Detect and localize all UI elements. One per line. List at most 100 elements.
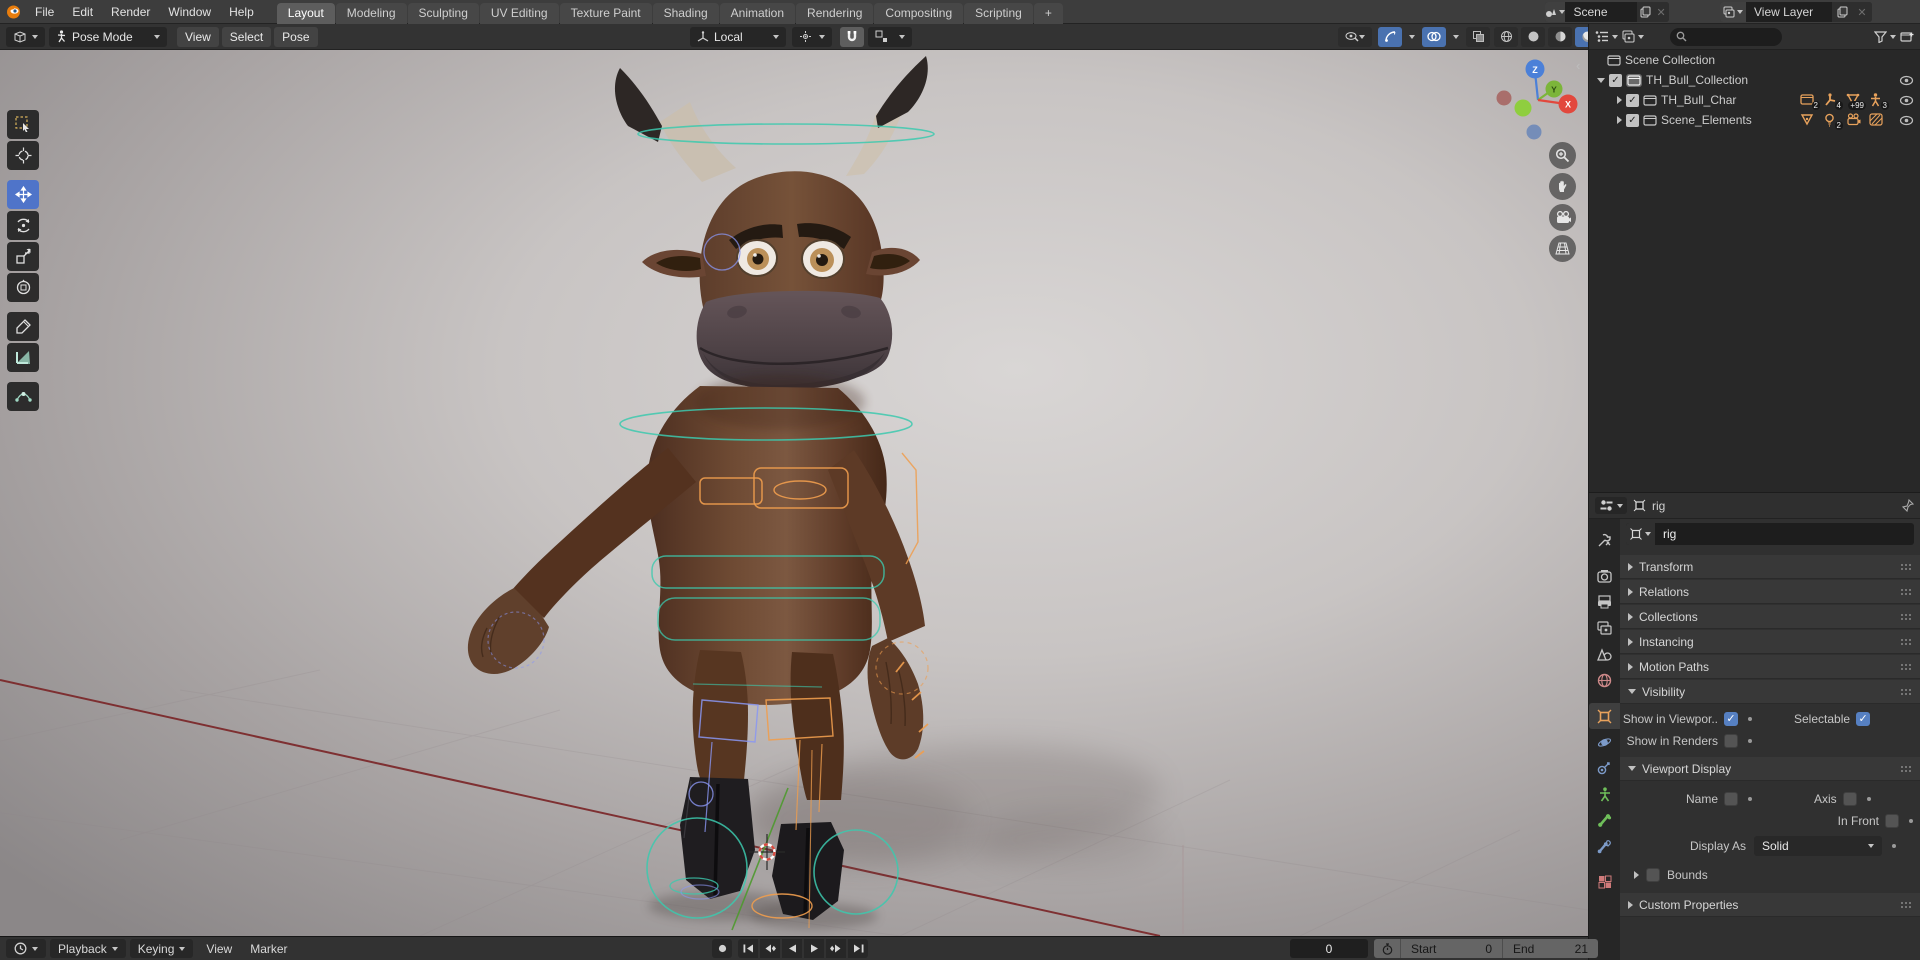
in-front-checkbox[interactable] [1885, 814, 1899, 828]
outliner-search-input[interactable] [1670, 27, 1782, 46]
view-menu[interactable]: View [177, 26, 219, 47]
disclosure-triangle[interactable] [1628, 900, 1633, 909]
overlays-dropdown[interactable] [1448, 27, 1464, 47]
menu-render[interactable]: Render [102, 0, 159, 24]
tab-tool[interactable] [1589, 527, 1620, 553]
view-layer-name[interactable]: View Layer [1746, 2, 1832, 22]
animate-dot[interactable] [1892, 844, 1896, 848]
tab-render[interactable] [1589, 563, 1620, 589]
pan-hand-button[interactable] [1549, 173, 1576, 200]
auto-keying-record-button[interactable] [712, 939, 732, 958]
collection-checkbox[interactable]: ✓ [1626, 113, 1639, 127]
object-visibility-dropdown[interactable] [1338, 26, 1372, 47]
tool-cursor[interactable] [7, 141, 39, 170]
menu-edit[interactable]: Edit [63, 0, 102, 24]
collection-checkbox[interactable]: ✓ [1626, 93, 1639, 107]
axis-checkbox[interactable] [1842, 792, 1857, 806]
disclosure-triangle[interactable] [1628, 612, 1633, 621]
outliner-editor-type-button[interactable] [1595, 30, 1618, 43]
timeline-editor-type-button[interactable] [6, 939, 46, 958]
view-layer-delete-icon[interactable]: ✕ [1852, 2, 1872, 22]
panel-viewport-display[interactable]: Viewport Display [1620, 757, 1920, 781]
add-workspace-button[interactable]: + [1033, 2, 1063, 24]
gizmo-negative-x[interactable] [1496, 90, 1512, 106]
panel-relations[interactable]: Relations [1620, 580, 1920, 604]
panel-collections[interactable]: Collections [1620, 605, 1920, 629]
panel-drag-dots[interactable] [1900, 764, 1913, 773]
panel-drag-dots[interactable] [1900, 587, 1913, 596]
tab-animation[interactable]: Animation [719, 2, 796, 24]
animate-dot[interactable] [1748, 717, 1752, 721]
name-checkbox[interactable] [1724, 792, 1738, 806]
disclosure-triangle[interactable] [1628, 689, 1636, 694]
xray-toggle[interactable] [1466, 26, 1490, 47]
gizmo-negative-y[interactable] [1514, 99, 1532, 117]
tab-object-constraints[interactable] [1589, 755, 1620, 781]
tab-layout[interactable]: Layout [276, 2, 335, 24]
end-frame-field[interactable]: End 21 [1502, 939, 1598, 958]
jump-to-start-button[interactable] [738, 939, 758, 958]
snap-with-selector[interactable] [868, 26, 912, 47]
tool-pose-breakdowner[interactable] [7, 382, 39, 411]
disclosure-triangle[interactable] [1628, 637, 1633, 646]
view-layer-new-copy-icon[interactable] [1832, 2, 1852, 22]
camera-view-button[interactable] [1549, 204, 1576, 231]
hide-eye-icon[interactable] [1899, 115, 1914, 126]
panel-drag-dots[interactable] [1900, 662, 1913, 671]
shading-wireframe-button[interactable] [1494, 26, 1518, 47]
pivot-point-selector[interactable] [792, 26, 832, 47]
panel-motion-paths[interactable]: Motion Paths [1620, 655, 1920, 679]
tool-rotate[interactable] [7, 211, 39, 240]
view-layer-browse-button[interactable] [1720, 2, 1746, 22]
transform-orientation-selector[interactable]: Local [690, 26, 786, 47]
outliner-display-mode-button[interactable] [1622, 30, 1644, 43]
scene-delete-icon[interactable]: ✕ [1653, 2, 1669, 22]
outliner-row-scene-collection[interactable]: Scene Collection [1589, 50, 1920, 70]
tab-scene[interactable] [1589, 641, 1620, 667]
disclosure-triangle[interactable] [1628, 662, 1633, 671]
tool-select-box[interactable] [7, 110, 39, 139]
sidebar-collapse-arrow[interactable]: ‹ [1576, 58, 1580, 73]
menu-help[interactable]: Help [220, 0, 263, 24]
disclosure-triangle[interactable] [1628, 766, 1636, 771]
select-menu[interactable]: Select [221, 26, 272, 47]
panel-drag-dots[interactable] [1900, 562, 1913, 571]
disclosure-triangle[interactable] [1634, 871, 1639, 879]
overlays-toggle[interactable] [1422, 26, 1446, 47]
show-in-viewport-checkbox[interactable]: ✓ [1724, 712, 1738, 726]
tab-bone[interactable] [1589, 807, 1620, 833]
animate-dot[interactable] [1909, 819, 1913, 823]
tab-physics[interactable] [1589, 729, 1620, 755]
menu-file[interactable]: File [26, 0, 63, 24]
shading-solid-button[interactable] [1521, 26, 1545, 47]
outliner-row-th-bull-collection[interactable]: ✓ TH_Bull_Collection [1589, 70, 1920, 90]
display-as-dropdown[interactable]: Solid [1754, 836, 1882, 856]
panel-drag-dots[interactable] [1900, 900, 1913, 909]
tab-shading[interactable]: Shading [652, 2, 719, 24]
current-frame-field[interactable]: 0 [1290, 939, 1368, 958]
new-collection-button[interactable] [1900, 30, 1914, 43]
gizmo-negative-z[interactable] [1526, 124, 1542, 140]
navigation-gizmo[interactable]: Z Y X [1496, 56, 1588, 148]
tab-view-layer[interactable] [1589, 615, 1620, 641]
bounds-subpanel[interactable]: Bounds [1634, 865, 1708, 885]
tab-rendering[interactable]: Rendering [796, 2, 874, 24]
disclosure-triangle[interactable] [1617, 116, 1622, 124]
editor-type-3d-viewport-button[interactable] [6, 26, 45, 47]
panel-visibility[interactable]: Visibility [1620, 680, 1920, 704]
show-in-renders-checkbox[interactable] [1724, 734, 1738, 748]
jump-to-end-button[interactable] [848, 939, 868, 958]
disclosure-triangle[interactable] [1628, 587, 1633, 596]
tab-modeling[interactable]: Modeling [335, 2, 407, 24]
playback-menu[interactable]: Playback [50, 939, 126, 958]
panel-drag-dots[interactable] [1900, 637, 1913, 646]
tab-bone-constraints[interactable] [1589, 833, 1620, 859]
mode-selector[interactable]: Pose Mode [49, 26, 167, 47]
disclosure-triangle[interactable] [1628, 562, 1633, 571]
zoom-button[interactable] [1549, 142, 1576, 169]
timeline-view-menu[interactable]: View [197, 942, 241, 956]
play-button[interactable] [804, 939, 824, 958]
tool-scale[interactable] [7, 242, 39, 271]
animate-dot[interactable] [1866, 797, 1871, 801]
object-id-icon[interactable] [1626, 523, 1655, 545]
